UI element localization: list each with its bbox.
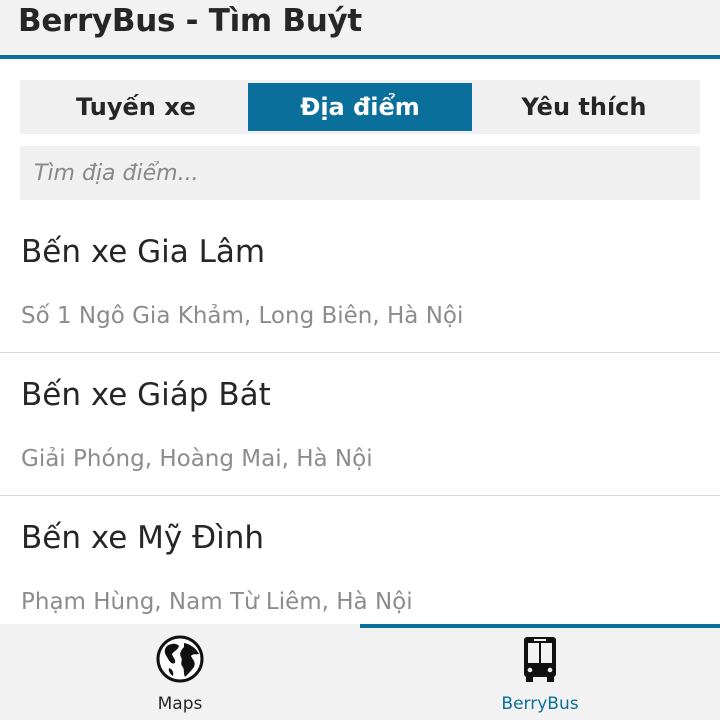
tab-berrybus[interactable]: BerryBus — [360, 624, 720, 720]
tab-label: BerryBus — [501, 694, 579, 714]
title-divider — [0, 55, 720, 59]
tab-maps[interactable]: Maps — [0, 624, 360, 720]
place-address: Phạm Hùng, Nam Từ Liêm, Hà Nội — [21, 589, 413, 615]
place-address: Số 1 Ngô Gia Khảm, Long Biên, Hà Nội — [21, 303, 464, 329]
place-name: Bến xe Mỹ Đình — [21, 520, 265, 556]
bus-icon — [524, 637, 556, 682]
active-tab-indicator — [360, 624, 720, 628]
segment-places[interactable]: Địa điểm — [248, 83, 472, 131]
segment-favorites[interactable]: Yêu thích — [472, 83, 696, 131]
segment-routes[interactable]: Tuyến xe — [24, 83, 248, 131]
list-item[interactable]: Bến xe Giáp Bát Giải Phóng, Hoàng Mai, H… — [0, 353, 720, 496]
segmented-control: Tuyến xe Địa điểm Yêu thích — [20, 80, 700, 134]
globe-icon — [156, 635, 204, 683]
action-bar: Maps BerryBus — [0, 624, 720, 720]
place-name: Bến xe Gia Lâm — [21, 234, 266, 270]
app-title: BerryBus - Tìm Buýt — [18, 3, 362, 39]
search-input[interactable] — [20, 146, 700, 200]
place-address: Giải Phóng, Hoàng Mai, Hà Nội — [21, 446, 373, 472]
places-list: Bến xe Gia Lâm Số 1 Ngô Gia Khảm, Long B… — [0, 210, 720, 639]
tab-label: Maps — [157, 694, 203, 714]
list-item[interactable]: Bến xe Mỹ Đình Phạm Hùng, Nam Từ Liêm, H… — [0, 496, 720, 639]
list-item[interactable]: Bến xe Gia Lâm Số 1 Ngô Gia Khảm, Long B… — [0, 210, 720, 353]
title-bar: BerryBus - Tìm Buýt — [0, 0, 720, 56]
place-name: Bến xe Giáp Bát — [21, 377, 271, 413]
